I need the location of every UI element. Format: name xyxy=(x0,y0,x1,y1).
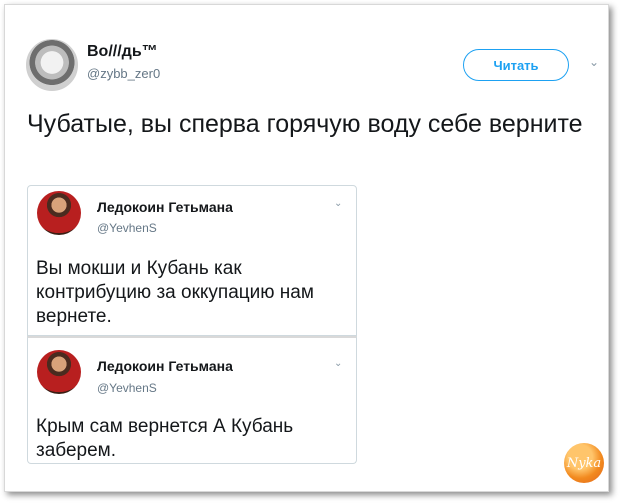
quoted-display-name[interactable]: Ледокоин Гетьмана xyxy=(97,199,233,215)
quoted-tweet[interactable]: Ледокоин Гетьмана @YevhenS ⌄ Крым сам ве… xyxy=(27,336,357,464)
quoted-tweet-text: Крым сам вернется А Кубань заберем. xyxy=(36,416,294,461)
tweet-text: Чубатые, вы сперва горячую воду себе вер… xyxy=(27,110,583,138)
avatar[interactable] xyxy=(37,350,81,394)
avatar[interactable] xyxy=(37,191,81,235)
user-handle[interactable]: @zybb_zer0 xyxy=(87,66,160,81)
quoted-tweet[interactable]: Ледокоин Гетьмана @YevhenS ⌄ Вы мокши и … xyxy=(27,185,357,336)
quoted-handle[interactable]: @YevhenS xyxy=(97,221,157,235)
watermark-logo: Nyka xyxy=(564,443,604,483)
quoted-tweet-text: Вы мокши и Кубань как контрибуцию за окк… xyxy=(36,258,314,327)
quoted-display-name[interactable]: Ледокоин Гетьмана xyxy=(97,358,233,374)
quoted-handle[interactable]: @YevhenS xyxy=(97,381,157,395)
tweet-frame: Во///дь™ @zybb_zer0 Читать ⌄ Чубатые, вы… xyxy=(4,4,609,492)
chevron-down-icon[interactable]: ⌄ xyxy=(334,198,342,209)
chevron-down-icon[interactable]: ⌄ xyxy=(334,358,342,369)
display-name[interactable]: Во///дь™ xyxy=(87,43,158,61)
avatar[interactable] xyxy=(26,39,78,91)
follow-button[interactable]: Читать xyxy=(463,49,569,81)
chevron-down-icon[interactable]: ⌄ xyxy=(589,55,599,69)
